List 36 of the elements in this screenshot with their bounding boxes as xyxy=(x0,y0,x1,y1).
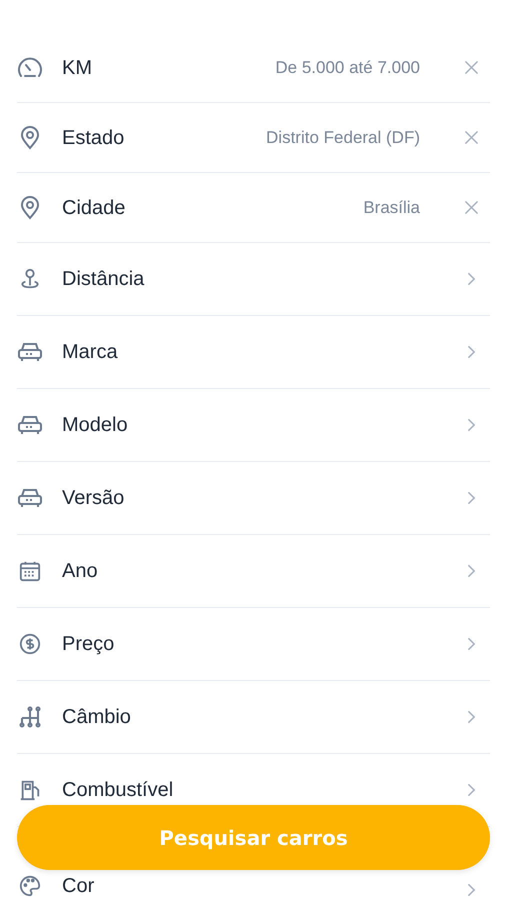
car-icon xyxy=(17,341,43,363)
dollar-icon xyxy=(17,633,43,655)
palette-icon xyxy=(17,875,43,897)
filter-label: Versão xyxy=(62,487,126,509)
close-icon[interactable] xyxy=(464,60,479,75)
close-icon[interactable] xyxy=(464,130,479,145)
filter-label: KM xyxy=(62,56,93,78)
chevron-right-icon[interactable] xyxy=(467,783,476,797)
filter-label: Ano xyxy=(62,560,99,582)
filter-label: Câmbio xyxy=(62,706,132,728)
car-icon xyxy=(17,414,43,436)
filter-label: Marca xyxy=(62,341,119,363)
calendar-icon xyxy=(17,560,43,582)
search-cars-button[interactable]: Pesquisar carros xyxy=(17,805,490,870)
filter-value: De 5.000 até 7.000 xyxy=(275,58,420,78)
filter-label: Estado xyxy=(62,126,126,148)
filter-value: Brasília xyxy=(363,198,420,218)
chevron-right-icon[interactable] xyxy=(467,710,476,724)
chevron-right-icon[interactable] xyxy=(467,883,476,897)
chevron-right-icon[interactable] xyxy=(467,491,476,505)
filter-label: Preço xyxy=(62,633,116,655)
chevron-right-icon[interactable] xyxy=(467,637,476,651)
chevron-right-icon[interactable] xyxy=(467,418,476,432)
filter-label: Modelo xyxy=(62,414,129,436)
filter-label: Distância xyxy=(62,268,146,290)
filter-label: Combustível xyxy=(62,779,174,801)
chevron-right-icon[interactable] xyxy=(467,564,476,578)
speedometer-icon xyxy=(17,56,43,78)
chevron-right-icon[interactable] xyxy=(467,272,476,286)
close-icon[interactable] xyxy=(464,200,479,215)
filter-label: Cor xyxy=(62,875,96,897)
chevron-right-icon[interactable] xyxy=(467,345,476,359)
filter-value: Distrito Federal (DF) xyxy=(266,128,420,148)
gear-shift-icon xyxy=(17,705,43,729)
car-icon xyxy=(17,487,43,509)
filter-label: Cidade xyxy=(62,196,126,218)
